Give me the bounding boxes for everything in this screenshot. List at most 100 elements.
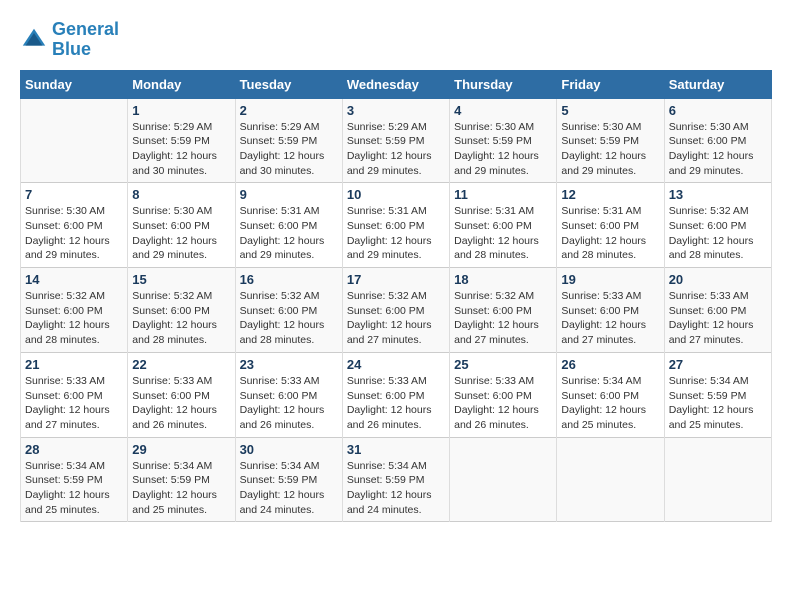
- day-info: Sunrise: 5:34 AM Sunset: 6:00 PM Dayligh…: [561, 374, 659, 433]
- day-info: Sunrise: 5:34 AM Sunset: 5:59 PM Dayligh…: [25, 459, 123, 518]
- page-header: General Blue: [20, 20, 772, 60]
- day-info: Sunrise: 5:34 AM Sunset: 5:59 PM Dayligh…: [132, 459, 230, 518]
- calendar-body: 1 Sunrise: 5:29 AM Sunset: 5:59 PM Daylig…: [21, 98, 772, 522]
- day-number: 5: [561, 103, 659, 118]
- day-info: Sunrise: 5:32 AM Sunset: 6:00 PM Dayligh…: [669, 204, 767, 263]
- day-number: 30: [240, 442, 338, 457]
- calendar-cell: 22Sunrise: 5:33 AM Sunset: 6:00 PM Dayli…: [128, 352, 235, 437]
- calendar-cell: 18 Sunrise: 5:32 AM Sunset: 6:00 PM Dayli…: [450, 268, 557, 353]
- day-info: Sunrise: 5:33 AM Sunset: 6:00 PM Dayligh…: [347, 374, 445, 433]
- weekday-header: Monday: [128, 70, 235, 98]
- day-number: 24: [347, 357, 445, 372]
- day-info: Sunrise: 5:33 AM Sunset: 6:00 PM Dayligh…: [669, 289, 767, 348]
- calendar-cell: 2Sunrise: 5:29 AM Sunset: 5:59 PM Daylig…: [235, 98, 342, 183]
- calendar-cell: 9 Sunrise: 5:31 AM Sunset: 6:00 PM Daylig…: [235, 183, 342, 268]
- calendar-cell: 11Sunrise: 5:31 AM Sunset: 6:00 PM Dayli…: [450, 183, 557, 268]
- calendar-cell: [450, 437, 557, 522]
- day-info: Sunrise: 5:33 AM Sunset: 6:00 PM Dayligh…: [25, 374, 123, 433]
- calendar-cell: 29Sunrise: 5:34 AM Sunset: 5:59 PM Dayli…: [128, 437, 235, 522]
- day-info: Sunrise: 5:30 AM Sunset: 6:00 PM Dayligh…: [669, 120, 767, 179]
- calendar-week-row: 28 Sunrise: 5:34 AM Sunset: 5:59 PM Dayli…: [21, 437, 772, 522]
- day-number: 28: [25, 442, 123, 457]
- calendar-cell: 12 Sunrise: 5:31 AM Sunset: 6:00 PM Dayli…: [557, 183, 664, 268]
- day-number: 16: [240, 272, 338, 287]
- day-number: 19: [561, 272, 659, 287]
- day-info: Sunrise: 5:31 AM Sunset: 6:00 PM Dayligh…: [240, 204, 338, 263]
- calendar-cell: 19 Sunrise: 5:33 AM Sunset: 6:00 PM Dayli…: [557, 268, 664, 353]
- day-info: Sunrise: 5:32 AM Sunset: 6:00 PM Dayligh…: [132, 289, 230, 348]
- day-number: 26: [561, 357, 659, 372]
- day-number: 13: [669, 187, 767, 202]
- day-info: Sunrise: 5:33 AM Sunset: 6:00 PM Dayligh…: [561, 289, 659, 348]
- weekday-header: Friday: [557, 70, 664, 98]
- calendar-cell: 27 Sunrise: 5:34 AM Sunset: 5:59 PM Dayli…: [664, 352, 771, 437]
- calendar-cell: [21, 98, 128, 183]
- logo: General Blue: [20, 20, 119, 60]
- weekday-header: Tuesday: [235, 70, 342, 98]
- day-info: Sunrise: 5:30 AM Sunset: 6:00 PM Dayligh…: [25, 204, 123, 263]
- calendar-cell: 14 Sunrise: 5:32 AM Sunset: 6:00 PM Dayli…: [21, 268, 128, 353]
- day-number: 17: [347, 272, 445, 287]
- calendar-week-row: 7 Sunrise: 5:30 AM Sunset: 6:00 PM Daylig…: [21, 183, 772, 268]
- calendar-cell: 4Sunrise: 5:30 AM Sunset: 5:59 PM Daylig…: [450, 98, 557, 183]
- day-info: Sunrise: 5:34 AM Sunset: 5:59 PM Dayligh…: [669, 374, 767, 433]
- day-info: Sunrise: 5:32 AM Sunset: 6:00 PM Dayligh…: [454, 289, 552, 348]
- calendar-cell: 30Sunrise: 5:34 AM Sunset: 5:59 PM Dayli…: [235, 437, 342, 522]
- calendar-cell: 23Sunrise: 5:33 AM Sunset: 6:00 PM Dayli…: [235, 352, 342, 437]
- calendar-week-row: 14 Sunrise: 5:32 AM Sunset: 6:00 PM Dayli…: [21, 268, 772, 353]
- weekday-header: Saturday: [664, 70, 771, 98]
- day-number: 6: [669, 103, 767, 118]
- calendar-cell: 16Sunrise: 5:32 AM Sunset: 6:00 PM Dayli…: [235, 268, 342, 353]
- calendar-cell: 28 Sunrise: 5:34 AM Sunset: 5:59 PM Dayli…: [21, 437, 128, 522]
- calendar-table: SundayMondayTuesdayWednesdayThursdayFrid…: [20, 70, 772, 523]
- calendar-header: SundayMondayTuesdayWednesdayThursdayFrid…: [21, 70, 772, 98]
- day-number: 20: [669, 272, 767, 287]
- logo-icon: [20, 26, 48, 54]
- calendar-cell: 3 Sunrise: 5:29 AM Sunset: 5:59 PM Daylig…: [342, 98, 449, 183]
- day-number: 21: [25, 357, 123, 372]
- calendar-cell: [557, 437, 664, 522]
- day-number: 14: [25, 272, 123, 287]
- weekday-header: Sunday: [21, 70, 128, 98]
- day-number: 1: [132, 103, 230, 118]
- calendar-cell: 15 Sunrise: 5:32 AM Sunset: 6:00 PM Dayli…: [128, 268, 235, 353]
- day-number: 3: [347, 103, 445, 118]
- day-number: 4: [454, 103, 552, 118]
- calendar-week-row: 1 Sunrise: 5:29 AM Sunset: 5:59 PM Daylig…: [21, 98, 772, 183]
- day-number: 12: [561, 187, 659, 202]
- day-number: 8: [132, 187, 230, 202]
- calendar-cell: 21 Sunrise: 5:33 AM Sunset: 6:00 PM Dayli…: [21, 352, 128, 437]
- day-info: Sunrise: 5:32 AM Sunset: 6:00 PM Dayligh…: [25, 289, 123, 348]
- day-info: Sunrise: 5:32 AM Sunset: 6:00 PM Dayligh…: [347, 289, 445, 348]
- day-number: 9: [240, 187, 338, 202]
- day-number: 7: [25, 187, 123, 202]
- day-info: Sunrise: 5:29 AM Sunset: 5:59 PM Dayligh…: [347, 120, 445, 179]
- day-info: Sunrise: 5:31 AM Sunset: 6:00 PM Dayligh…: [347, 204, 445, 263]
- logo-text: General Blue: [52, 20, 119, 60]
- calendar-cell: [664, 437, 771, 522]
- day-info: Sunrise: 5:31 AM Sunset: 6:00 PM Dayligh…: [561, 204, 659, 263]
- calendar-cell: 31Sunrise: 5:34 AM Sunset: 5:59 PM Dayli…: [342, 437, 449, 522]
- day-info: Sunrise: 5:29 AM Sunset: 5:59 PM Dayligh…: [132, 120, 230, 179]
- day-number: 2: [240, 103, 338, 118]
- calendar-cell: 25Sunrise: 5:33 AM Sunset: 6:00 PM Dayli…: [450, 352, 557, 437]
- day-info: Sunrise: 5:30 AM Sunset: 5:59 PM Dayligh…: [561, 120, 659, 179]
- day-info: Sunrise: 5:34 AM Sunset: 5:59 PM Dayligh…: [347, 459, 445, 518]
- day-number: 15: [132, 272, 230, 287]
- weekday-header: Wednesday: [342, 70, 449, 98]
- calendar-cell: 10 Sunrise: 5:31 AM Sunset: 6:00 PM Dayli…: [342, 183, 449, 268]
- calendar-week-row: 21 Sunrise: 5:33 AM Sunset: 6:00 PM Dayli…: [21, 352, 772, 437]
- day-number: 25: [454, 357, 552, 372]
- day-info: Sunrise: 5:30 AM Sunset: 6:00 PM Dayligh…: [132, 204, 230, 263]
- weekday-header: Thursday: [450, 70, 557, 98]
- calendar-cell: 26 Sunrise: 5:34 AM Sunset: 6:00 PM Dayli…: [557, 352, 664, 437]
- weekday-row: SundayMondayTuesdayWednesdayThursdayFrid…: [21, 70, 772, 98]
- day-number: 18: [454, 272, 552, 287]
- day-number: 27: [669, 357, 767, 372]
- calendar-cell: 7 Sunrise: 5:30 AM Sunset: 6:00 PM Daylig…: [21, 183, 128, 268]
- day-number: 10: [347, 187, 445, 202]
- calendar-cell: 1 Sunrise: 5:29 AM Sunset: 5:59 PM Daylig…: [128, 98, 235, 183]
- calendar-cell: 24 Sunrise: 5:33 AM Sunset: 6:00 PM Dayli…: [342, 352, 449, 437]
- calendar-cell: 17 Sunrise: 5:32 AM Sunset: 6:00 PM Dayli…: [342, 268, 449, 353]
- calendar-cell: 6 Sunrise: 5:30 AM Sunset: 6:00 PM Daylig…: [664, 98, 771, 183]
